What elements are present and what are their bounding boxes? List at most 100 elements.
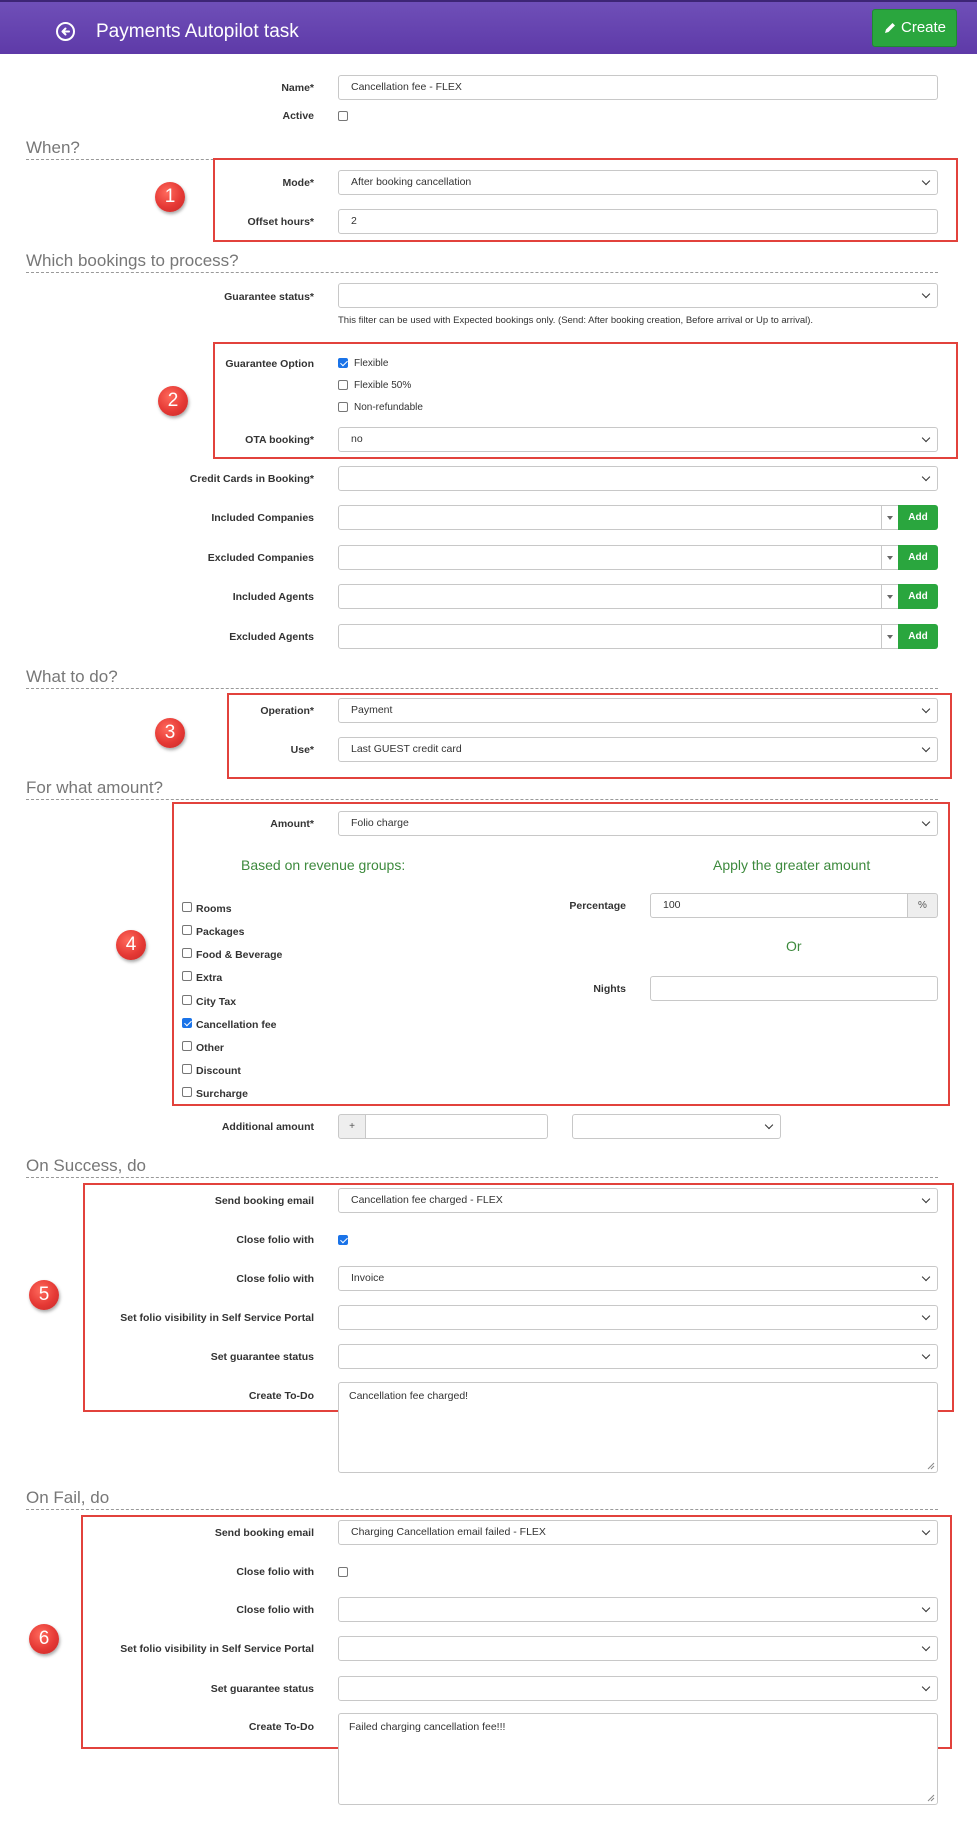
success-todo-label: Create To-Do xyxy=(248,1390,314,1402)
ota-booking-select[interactable]: no xyxy=(338,427,938,452)
resize-grip-icon[interactable] xyxy=(927,1462,935,1470)
dropdown-arrow-icon xyxy=(887,516,893,520)
step-marker-4: 4 xyxy=(116,930,146,960)
fail-todo-text: Failed charging cancellation fee!!! xyxy=(349,1721,506,1733)
amount-select[interactable]: Folio charge xyxy=(338,811,938,836)
fail-guarantee-select[interactable] xyxy=(338,1676,938,1701)
section-on-success: On Success, do xyxy=(26,1156,938,1178)
revenue-city-tax-label: City Tax xyxy=(196,996,237,1008)
revenue-cancellation-fee-checkbox[interactable] xyxy=(182,1018,192,1028)
additional-amount-input[interactable] xyxy=(365,1114,548,1139)
fail-visibility-select[interactable] xyxy=(338,1636,938,1661)
fail-close-folio-checkbox[interactable] xyxy=(338,1567,348,1577)
revenue-rooms-checkbox[interactable] xyxy=(182,902,192,912)
excluded-agents-label: Excluded Agents xyxy=(229,631,314,643)
guarantee-option-nonrefundable-checkbox[interactable] xyxy=(338,402,348,412)
success-guarantee-select[interactable] xyxy=(338,1344,938,1369)
included-agents-combo[interactable] xyxy=(338,584,899,609)
operation-select[interactable]: Payment xyxy=(338,698,938,723)
included-companies-add-button[interactable]: Add xyxy=(898,505,938,530)
included-companies-combo[interactable] xyxy=(338,505,899,530)
excluded-companies-label: Excluded Companies xyxy=(207,552,314,564)
success-send-email-select[interactable]: Cancellation fee charged - FLEX xyxy=(338,1188,938,1213)
success-todo-textarea[interactable]: Cancellation fee charged! xyxy=(338,1382,938,1473)
section-what-to-do: What to do? xyxy=(26,667,938,689)
excluded-agents-add-button[interactable]: Add xyxy=(898,624,938,649)
or-label: Or xyxy=(786,938,802,954)
section-when: When? xyxy=(26,138,938,160)
top-bar: Payments Autopilot task Create xyxy=(0,0,977,54)
included-agents-label: Included Agents xyxy=(232,591,314,603)
fail-visibility-label: Set folio visibility in Self Service Por… xyxy=(120,1643,314,1655)
revenue-rooms-label: Rooms xyxy=(196,903,232,915)
excluded-companies-add-button[interactable]: Add xyxy=(898,545,938,570)
fail-close-folio-with-select[interactable] xyxy=(338,1597,938,1622)
additional-sign-addon[interactable]: + xyxy=(338,1114,366,1139)
step-marker-5: 5 xyxy=(29,1280,59,1310)
guarantee-option-flexible-label: Flexible xyxy=(354,358,389,369)
use-label: Use* xyxy=(290,744,314,756)
credit-cards-select[interactable] xyxy=(338,466,938,491)
success-close-folio-checkbox[interactable] xyxy=(338,1235,348,1245)
guarantee-status-select[interactable] xyxy=(338,283,938,308)
guarantee-option-flexible-checkbox[interactable] xyxy=(338,358,348,368)
guarantee-option-flexible50-label: Flexible 50% xyxy=(354,380,412,391)
active-label: Active xyxy=(282,110,314,122)
guarantee-option-flexible50-checkbox[interactable] xyxy=(338,380,348,390)
fail-send-email-select[interactable]: Charging Cancellation email failed - FLE… xyxy=(338,1520,938,1545)
use-select[interactable]: Last GUEST credit card xyxy=(338,737,938,762)
excluded-agents-combo[interactable] xyxy=(338,624,899,649)
revenue-extra-checkbox[interactable] xyxy=(182,971,192,981)
included-companies-label: Included Companies xyxy=(211,512,314,524)
step-marker-3: 3 xyxy=(155,718,185,748)
success-close-folio-with-label: Close folio with xyxy=(236,1273,314,1285)
success-visibility-select[interactable] xyxy=(338,1305,938,1330)
active-checkbox[interactable] xyxy=(338,111,348,121)
name-label: Name* xyxy=(281,82,314,94)
highlight-box-4 xyxy=(172,802,950,1106)
guarantee-status-label: Guarantee status* xyxy=(224,291,314,303)
dropdown-arrow-icon xyxy=(887,595,893,599)
dropdown-arrow-icon xyxy=(887,556,893,560)
success-close-folio-label: Close folio with xyxy=(236,1234,314,1246)
section-for-what-amount: For what amount? xyxy=(26,778,938,800)
revenue-packages-label: Packages xyxy=(196,926,245,938)
fail-close-folio-label: Close folio with xyxy=(236,1566,314,1578)
resize-grip-icon[interactable] xyxy=(927,1794,935,1802)
highlight-box-5 xyxy=(83,1183,954,1412)
revenue-city-tax-checkbox[interactable] xyxy=(182,995,192,1005)
excluded-companies-combo[interactable] xyxy=(338,545,899,570)
percentage-input[interactable]: 100 xyxy=(650,893,908,918)
additional-amount-currency-select[interactable] xyxy=(572,1114,781,1139)
section-which-bookings: Which bookings to process? xyxy=(26,251,938,273)
revenue-food-beverage-label: Food & Beverage xyxy=(196,949,283,961)
revenue-packages-checkbox[interactable] xyxy=(182,925,192,935)
revenue-other-checkbox[interactable] xyxy=(182,1041,192,1051)
revenue-cancellation-fee-label: Cancellation fee xyxy=(196,1019,277,1031)
fail-close-folio-with-label: Close folio with xyxy=(236,1604,314,1616)
revenue-food-beverage-checkbox[interactable] xyxy=(182,948,192,958)
mode-select[interactable]: After booking cancellation xyxy=(338,170,938,195)
guarantee-option-label: Guarantee Option xyxy=(225,358,314,370)
fail-guarantee-label: Set guarantee status xyxy=(210,1683,314,1695)
offset-hours-label: Offset hours* xyxy=(247,216,314,228)
revenue-discount-checkbox[interactable] xyxy=(182,1064,192,1074)
fail-todo-textarea[interactable]: Failed charging cancellation fee!!! xyxy=(338,1713,938,1805)
revenue-surcharge-checkbox[interactable] xyxy=(182,1087,192,1097)
credit-cards-label: Credit Cards in Booking* xyxy=(189,473,314,485)
back-arrow-icon[interactable] xyxy=(56,22,75,41)
revenue-discount-label: Discount xyxy=(196,1065,241,1077)
nights-label: Nights xyxy=(593,983,626,995)
nights-input[interactable] xyxy=(650,976,938,1001)
success-close-folio-with-select[interactable]: Invoice xyxy=(338,1266,938,1291)
operation-label: Operation* xyxy=(260,705,314,717)
offset-hours-input[interactable]: 2 xyxy=(338,209,938,234)
step-marker-1: 1 xyxy=(155,182,185,212)
step-marker-2: 2 xyxy=(158,386,188,416)
success-guarantee-label: Set guarantee status xyxy=(210,1351,314,1363)
success-todo-text: Cancellation fee charged! xyxy=(349,1390,469,1402)
name-input[interactable]: Cancellation fee - FLEX xyxy=(338,75,938,100)
create-button[interactable]: Create xyxy=(872,9,957,47)
included-agents-add-button[interactable]: Add xyxy=(898,584,938,609)
ota-booking-label: OTA booking* xyxy=(245,434,314,446)
